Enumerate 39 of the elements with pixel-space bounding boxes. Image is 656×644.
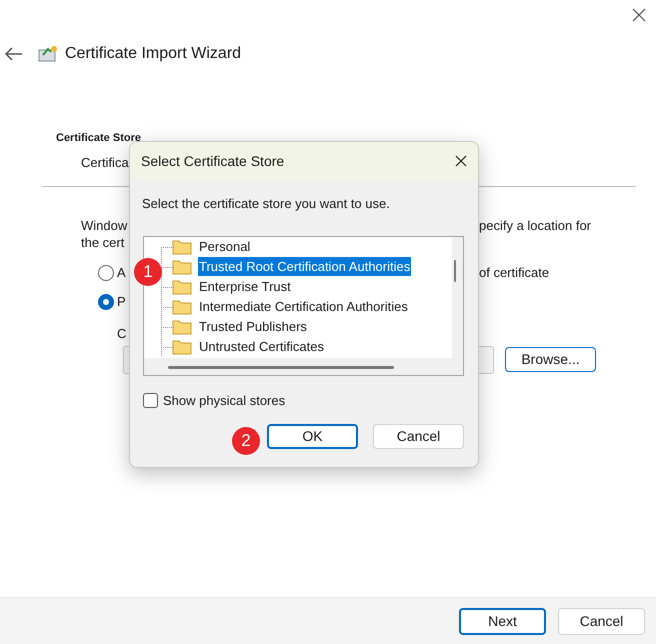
store-item[interactable]: Untrusted Certificates: [198, 336, 325, 356]
field-label: C: [117, 325, 126, 343]
window-title: Certificate Import Wizard: [65, 44, 242, 64]
close-icon[interactable]: [455, 155, 467, 167]
back-arrow-icon[interactable]: [5, 47, 23, 61]
cancel-button[interactable]: Cancel: [558, 608, 645, 634]
certificate-icon: [37, 44, 59, 64]
folder-icon: [172, 238, 192, 254]
radio-label: P: [117, 292, 126, 311]
radio-button[interactable]: [98, 264, 114, 280]
store-item[interactable]: Trusted Publishers: [198, 316, 308, 336]
folder-icon: [172, 298, 192, 314]
folder-icon: [172, 278, 192, 294]
cancel-button[interactable]: Cancel: [373, 424, 464, 449]
store-item[interactable]: Personal: [198, 236, 252, 256]
description-text: pecify a location for: [479, 217, 592, 235]
store-item[interactable]: Intermediate Certification Authorities: [198, 296, 409, 316]
store-item[interactable]: Trusted Root Certification Authorities: [198, 256, 412, 276]
checkbox[interactable]: [143, 392, 158, 408]
close-icon[interactable]: [632, 8, 646, 22]
section-subheading: Certifica: [81, 154, 129, 172]
dialog-prompt: Select the certificate store you want to use.: [142, 195, 391, 213]
ok-button[interactable]: Next: [459, 608, 546, 634]
dialog-title: Select Certificate Store: [141, 152, 284, 170]
folder-icon: [172, 258, 192, 274]
section-heading: Certificate Store: [56, 131, 142, 146]
description-text: the cert: [81, 234, 124, 251]
folder-icon: [172, 318, 192, 334]
ok-button[interactable]: OK: [267, 424, 358, 449]
browse-button[interactable]: Browse...: [505, 347, 596, 372]
radio-button[interactable]: [98, 294, 114, 310]
folder-icon: [172, 338, 192, 354]
radio-label: of certificate: [479, 264, 550, 282]
checkbox-label: Show physical stores: [163, 392, 286, 410]
radio-label: A: [117, 264, 126, 282]
description-text: Window: [81, 217, 128, 234]
vertical-scrollbar-thumb[interactable]: [454, 260, 456, 282]
horizontal-scrollbar-thumb[interactable]: [168, 366, 394, 368]
store-item[interactable]: Enterprise Trust: [198, 276, 292, 296]
